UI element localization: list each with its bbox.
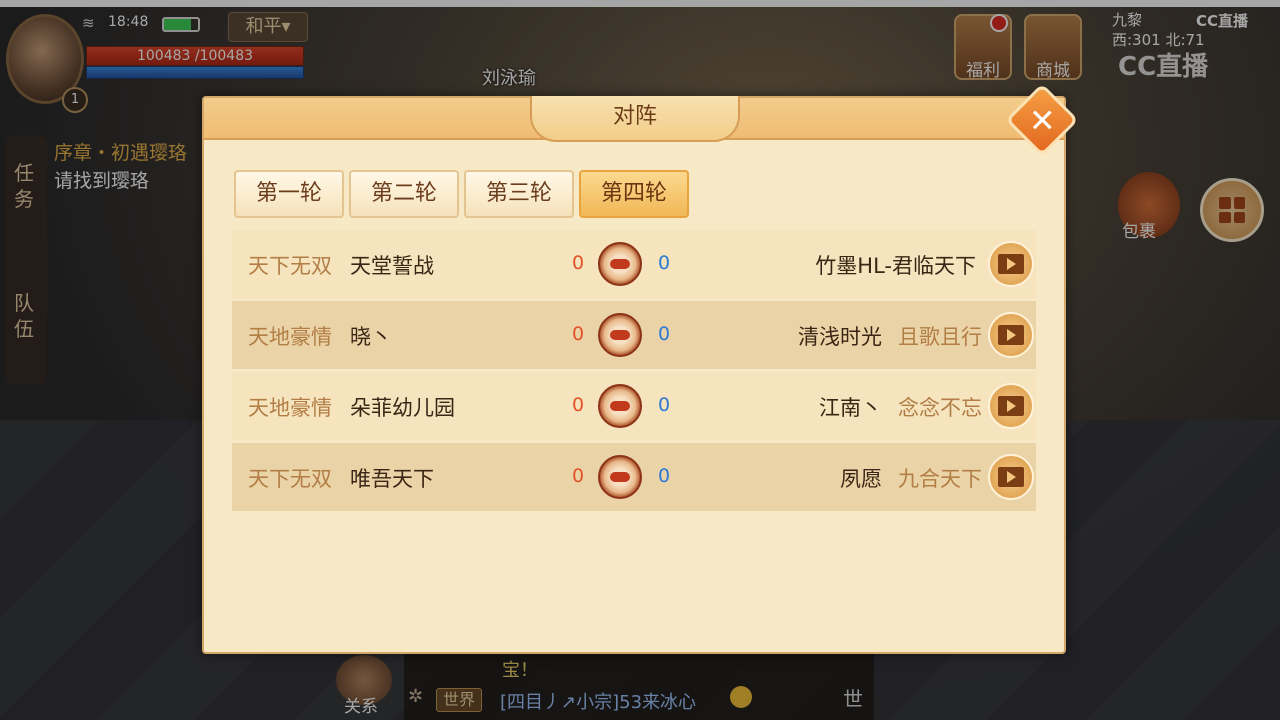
tab-round-4[interactable]: 第四轮 (579, 170, 689, 218)
film-icon (998, 254, 1024, 274)
left-score: 0 (572, 252, 585, 274)
left-team-name: 晓丶 (350, 325, 392, 349)
right-guild-name: 九合天下 (898, 467, 982, 491)
match-row: 天下无双 唯吾天下 0 0 夙愿 九合天下 (232, 443, 1036, 511)
left-score: 0 (572, 323, 585, 345)
replay-button[interactable] (988, 312, 1034, 358)
left-guild-name: 天下无双 (248, 254, 332, 278)
right-team-name: 竹墨HL-君临天下 (815, 254, 976, 278)
right-team-name: 清浅时光 (798, 325, 882, 349)
film-icon (998, 325, 1024, 345)
right-score: 0 (658, 465, 671, 487)
versus-icon (598, 242, 642, 286)
tab-round-3[interactable]: 第三轮 (464, 170, 574, 218)
match-row: 天地豪情 朵菲幼儿园 0 0 江南丶 念念不忘 (232, 372, 1036, 440)
right-guild-name: 念念不忘 (898, 396, 982, 420)
match-row: 天下无双 天堂誓战 0 0 竹墨HL-君临天下 (232, 230, 1036, 298)
right-team-name: 江南丶 (819, 396, 882, 420)
tab-round-1[interactable]: 第一轮 (234, 170, 344, 218)
left-team-name: 天堂誓战 (350, 254, 434, 278)
right-guild-name: 且歌且行 (898, 325, 982, 349)
left-guild-name: 天下无双 (248, 467, 332, 491)
tab-round-2[interactable]: 第二轮 (349, 170, 459, 218)
versus-icon (598, 313, 642, 357)
versus-icon (598, 384, 642, 428)
left-guild-name: 天地豪情 (248, 396, 332, 420)
film-icon (998, 396, 1024, 416)
left-guild-name: 天地豪情 (248, 325, 332, 349)
left-score: 0 (572, 394, 585, 416)
matchup-dialog: 对阵 ✕ 第一轮 第二轮 第三轮 第四轮 天下无双 天堂誓战 0 0 竹墨HL-… (202, 83, 1079, 654)
left-team-name: 朵菲幼儿园 (350, 396, 455, 420)
dialog-title: 对阵 (530, 96, 740, 142)
right-score: 0 (658, 252, 671, 274)
left-team-name: 唯吾天下 (350, 467, 434, 491)
right-score: 0 (658, 394, 671, 416)
replay-button[interactable] (988, 454, 1034, 500)
match-row: 天地豪情 晓丶 0 0 清浅时光 且歌且行 (232, 301, 1036, 369)
film-icon (998, 467, 1024, 487)
left-score: 0 (572, 465, 585, 487)
versus-icon (598, 455, 642, 499)
replay-button[interactable] (988, 241, 1034, 287)
right-score: 0 (658, 323, 671, 345)
close-icon: ✕ (1028, 101, 1056, 139)
right-team-name: 夙愿 (840, 467, 882, 491)
replay-button[interactable] (988, 383, 1034, 429)
